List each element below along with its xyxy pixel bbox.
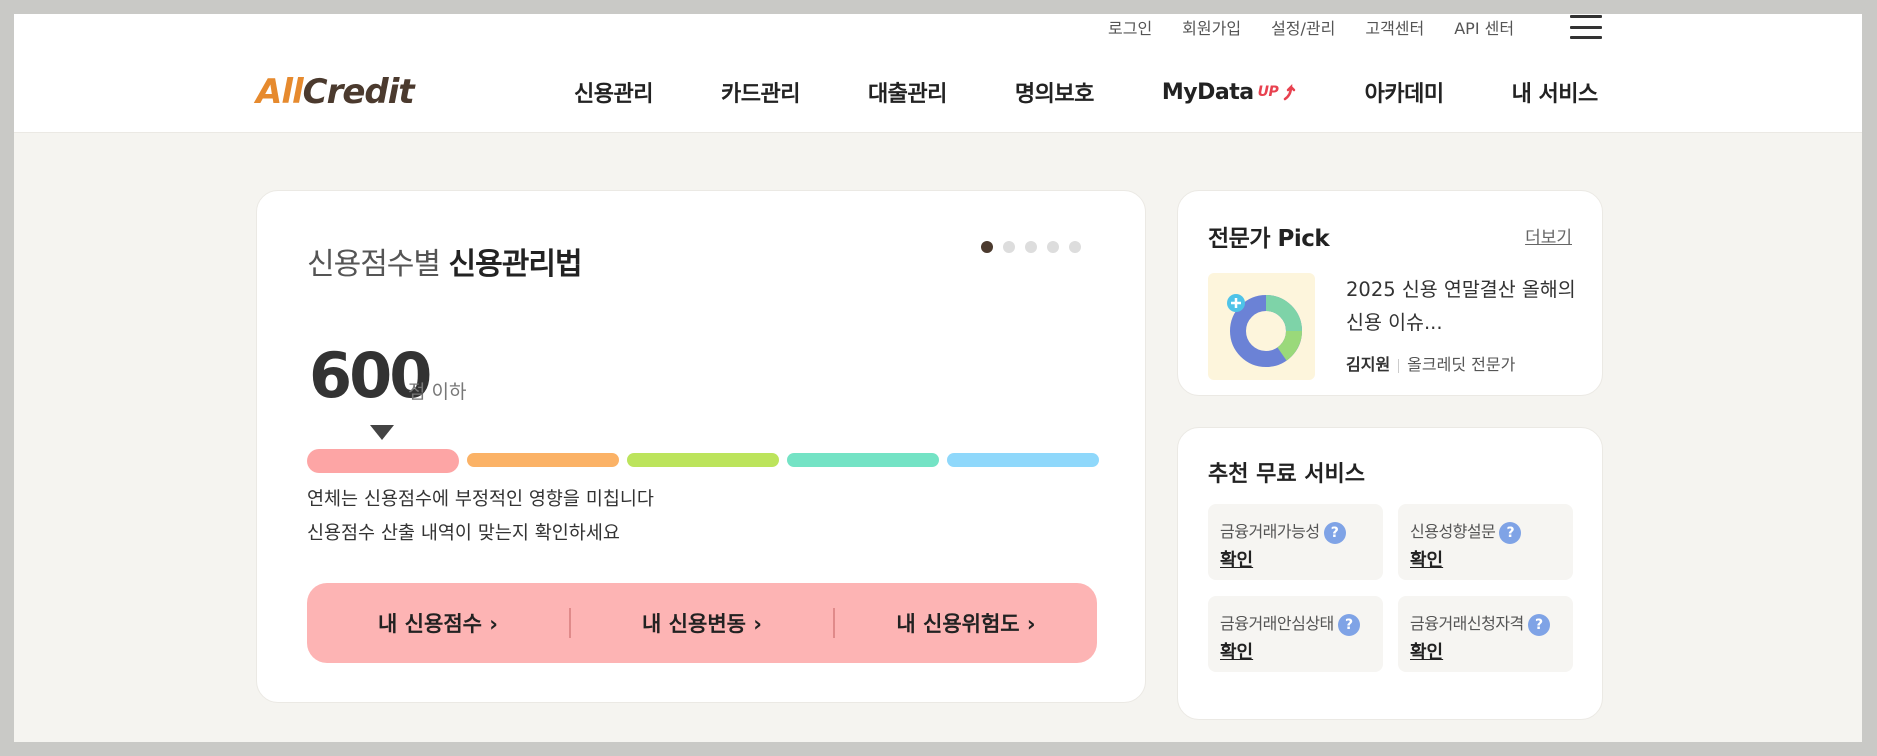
- service-label-text: 금융거래신청자격: [1410, 614, 1524, 633]
- up-badge: UP: [1258, 83, 1297, 101]
- help-icon[interactable]: ?: [1499, 521, 1522, 544]
- pagination-dot-3[interactable]: [1025, 241, 1037, 253]
- pagination-dot-4[interactable]: [1047, 241, 1059, 253]
- nav-my-service[interactable]: 내 서비스: [1512, 76, 1599, 108]
- service-label-text: 금융거래가능성: [1220, 522, 1320, 541]
- utility-links: 로그인 회원가입 설정/관리 고객센터 API 센터: [1108, 14, 1544, 40]
- my-credit-change-button[interactable]: 내 신용변동 ›: [571, 608, 833, 638]
- nav-loan-management[interactable]: 대출관리: [868, 76, 947, 108]
- service-label: 금융거래안심상태?: [1220, 610, 1360, 636]
- card-title: 신용점수별 신용관리법: [307, 239, 583, 283]
- score-band-2: [467, 453, 619, 467]
- service-application-eligibility: 금융거래신청자격? 확인: [1398, 596, 1573, 672]
- hamburger-menu-icon[interactable]: [1570, 15, 1602, 39]
- api-center-link[interactable]: API 센터: [1454, 15, 1514, 39]
- free-services-card: 추천 무료 서비스 금융거래가능성? 확인 신용성향설문? 확인 금융거래안심상…: [1177, 427, 1603, 720]
- check-button[interactable]: 확인: [1220, 638, 1253, 664]
- author-role: 올크레딧 전문가: [1407, 355, 1516, 374]
- hamburger-line: [1570, 36, 1602, 39]
- score-marker-icon: [370, 425, 394, 440]
- article-thumbnail[interactable]: [1208, 273, 1315, 380]
- service-financial-possibility: 금융거래가능성? 확인: [1208, 504, 1383, 580]
- my-credit-risk-button[interactable]: 내 신용위험도 ›: [835, 608, 1097, 638]
- up-arrow-icon: [1283, 83, 1295, 101]
- expert-pick-card: 전문가 Pick 더보기 2025 신용 연말결산 올해의 신용 이슈... 김…: [1177, 190, 1603, 396]
- signup-link[interactable]: 회원가입: [1182, 15, 1241, 39]
- pagination-dot-5[interactable]: [1069, 241, 1081, 253]
- pagination-dot-2[interactable]: [1003, 241, 1015, 253]
- page-viewport: 로그인 회원가입 설정/관리 고객센터 API 센터 AllCredit 신용관…: [14, 14, 1862, 742]
- check-button[interactable]: 확인: [1410, 638, 1443, 664]
- service-label-text: 금융거래안심상태: [1220, 614, 1334, 633]
- customer-center-link[interactable]: 고객센터: [1365, 15, 1424, 39]
- service-credit-survey: 신용성향설문? 확인: [1398, 504, 1573, 580]
- score-band-3: [627, 453, 779, 467]
- score-band-1: [307, 449, 459, 473]
- nav-card-management[interactable]: 카드관리: [721, 76, 800, 108]
- settings-link[interactable]: 설정/관리: [1271, 15, 1335, 39]
- article-meta: 김지원 올크레딧 전문가: [1346, 351, 1515, 375]
- credit-guide-card: 신용점수별 신용관리법 600 점 이하 연체는 신용점수에 부정적인 영향을 …: [256, 190, 1146, 703]
- allcredit-logo[interactable]: AllCredit: [256, 72, 415, 112]
- author-name: 김지원: [1346, 355, 1391, 374]
- more-link[interactable]: 더보기: [1525, 223, 1572, 248]
- check-button[interactable]: 확인: [1410, 546, 1443, 572]
- donut-chart-icon: [1227, 294, 1303, 367]
- card-title-bold: 신용관리법: [448, 247, 583, 282]
- score-unit: 점 이하: [408, 381, 467, 403]
- main-nav: 신용관리 카드관리 대출관리 명의보호 MyData UP 아카데미 내 서비스: [574, 76, 1598, 108]
- service-label: 신용성향설문?: [1410, 518, 1522, 544]
- service-label: 금융거래가능성?: [1220, 518, 1346, 544]
- description-line-2: 신용점수 산출 내역이 맞는지 확인하세요: [307, 523, 620, 544]
- score-band-5: [947, 453, 1099, 467]
- logo-all: All: [256, 72, 304, 112]
- divider: [1398, 358, 1400, 373]
- card-title-light: 신용점수별: [307, 247, 449, 282]
- free-services-title: 추천 무료 서비스: [1208, 462, 1365, 487]
- article-headline[interactable]: 2025 신용 연말결산 올해의 신용 이슈...: [1346, 273, 1576, 339]
- service-financial-safety: 금융거래안심상태? 확인: [1208, 596, 1383, 672]
- pagination-dot-1[interactable]: [981, 241, 993, 253]
- nav-mydata[interactable]: MyData UP: [1162, 80, 1297, 105]
- login-link[interactable]: 로그인: [1108, 15, 1152, 39]
- help-icon[interactable]: ?: [1527, 613, 1550, 636]
- site-header: 로그인 회원가입 설정/관리 고객센터 API 센터 AllCredit 신용관…: [14, 14, 1862, 133]
- hamburger-line: [1570, 25, 1602, 29]
- logo-credit: Credit: [302, 72, 415, 112]
- help-icon[interactable]: ?: [1323, 521, 1346, 544]
- description-line-1: 연체는 신용점수에 부정적인 영향을 미칩니다: [307, 489, 654, 510]
- check-button[interactable]: 확인: [1220, 546, 1253, 572]
- window-top-edge: [0, 0, 1877, 14]
- nav-identity-protection[interactable]: 명의보호: [1015, 76, 1094, 108]
- carousel-pagination: [981, 241, 1081, 253]
- nav-credit-management[interactable]: 신용관리: [574, 76, 653, 108]
- my-credit-score-button[interactable]: 내 신용점수 ›: [307, 608, 569, 638]
- expert-pick-title: 전문가 Pick: [1208, 226, 1330, 252]
- service-label-text: 신용성향설문: [1410, 522, 1496, 541]
- up-badge-text: UP: [1257, 84, 1279, 100]
- nav-academy[interactable]: 아카데미: [1365, 76, 1444, 108]
- nav-mydata-label: MyData: [1161, 79, 1254, 105]
- score-band-4: [787, 453, 939, 467]
- credit-action-bar: 내 신용점수 › 내 신용변동 › 내 신용위험도 ›: [307, 583, 1097, 663]
- help-icon[interactable]: ?: [1337, 613, 1360, 636]
- hamburger-line: [1570, 15, 1602, 18]
- service-label: 금융거래신청자격?: [1410, 610, 1550, 636]
- description: 연체는 신용점수에 부정적인 영향을 미칩니다 신용점수 산출 내역이 맞는지 …: [307, 483, 654, 551]
